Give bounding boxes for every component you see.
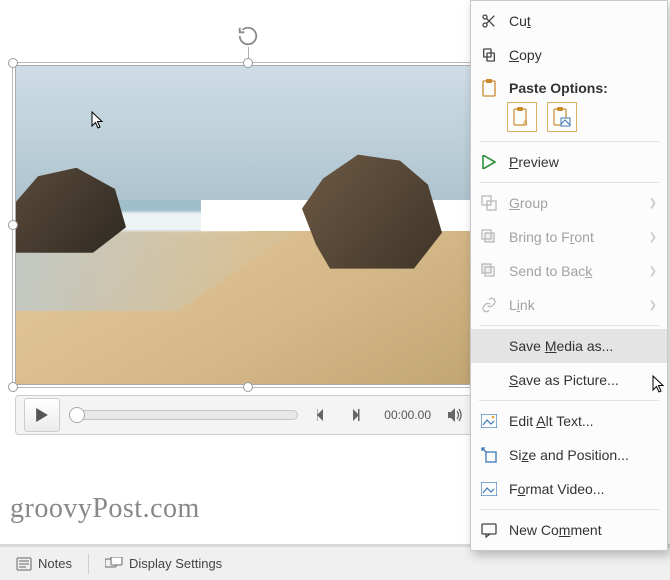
watermark: groovyPost.com <box>10 493 200 525</box>
menu-cut[interactable]: Cut <box>471 4 667 38</box>
copy-icon <box>479 45 499 65</box>
clipboard-icon <box>479 78 499 98</box>
menu-link-label: Link <box>509 297 639 313</box>
menu-save-as-picture-label: Save as Picture... <box>509 372 657 388</box>
menu-send-to-back-label: Send to Back <box>509 263 639 279</box>
paste-keep-formatting[interactable]: a <box>507 102 537 132</box>
time-display: 00:00.00 <box>380 408 435 422</box>
blank-icon <box>479 370 499 390</box>
step-back-button[interactable] <box>308 400 338 430</box>
video-thumbnail[interactable] <box>15 65 480 385</box>
menu-format-video[interactable]: Format Video... <box>471 472 667 506</box>
link-icon <box>479 295 499 315</box>
size-position-icon <box>479 445 499 465</box>
menu-save-media-as[interactable]: Save Media as... <box>471 329 667 363</box>
menu-bring-to-front: Bring to Front ❯ <box>471 220 667 254</box>
context-menu: Cut Copy Paste Options: a Preview Group <box>470 0 668 551</box>
scissors-icon <box>479 11 499 31</box>
step-forward-button[interactable] <box>344 400 374 430</box>
seek-track[interactable] <box>70 410 298 420</box>
chevron-right-icon: ❯ <box>649 266 657 277</box>
paste-picture[interactable] <box>547 102 577 132</box>
comment-icon <box>479 520 499 540</box>
play-button[interactable] <box>24 398 60 432</box>
chevron-right-icon: ❯ <box>649 198 657 209</box>
notes-label: Notes <box>38 556 72 571</box>
menu-size-and-position-label: Size and Position... <box>509 447 657 463</box>
chevron-right-icon: ❯ <box>649 232 657 243</box>
blank-icon <box>479 336 499 356</box>
chevron-right-icon: ❯ <box>649 300 657 311</box>
alt-text-icon <box>479 411 499 431</box>
notes-button[interactable]: Notes <box>6 552 82 575</box>
svg-text:a: a <box>523 118 528 127</box>
play-icon <box>479 152 499 172</box>
menu-edit-alt-text[interactable]: Edit Alt Text... <box>471 404 667 438</box>
menu-preview-label: Preview <box>509 154 657 170</box>
menu-format-video-label: Format Video... <box>509 481 657 497</box>
menu-save-media-as-label: Save Media as... <box>509 338 657 354</box>
send-to-back-icon <box>479 261 499 281</box>
menu-link: Link ❯ <box>471 288 667 322</box>
menu-send-to-back: Send to Back ❯ <box>471 254 667 288</box>
seek-thumb[interactable] <box>69 407 85 423</box>
menu-group-label: Group <box>509 195 639 211</box>
menu-group: Group ❯ <box>471 186 667 220</box>
format-video-icon <box>479 479 499 499</box>
media-controls: 00:00.00 <box>15 395 480 435</box>
display-settings-button[interactable]: Display Settings <box>95 552 232 575</box>
menu-preview[interactable]: Preview <box>471 145 667 179</box>
bring-to-front-icon <box>479 227 499 247</box>
menu-copy-label: Copy <box>509 47 657 63</box>
video-object[interactable] <box>15 65 480 385</box>
menu-size-and-position[interactable]: Size and Position... <box>471 438 667 472</box>
menu-bring-to-front-label: Bring to Front <box>509 229 639 245</box>
menu-edit-alt-text-label: Edit Alt Text... <box>509 413 657 429</box>
group-icon <box>479 193 499 213</box>
volume-button[interactable] <box>441 400 471 430</box>
menu-paste-options: Paste Options: <box>471 72 667 100</box>
display-settings-label: Display Settings <box>129 556 222 571</box>
menu-cut-label: Cut <box>509 13 657 29</box>
menu-copy[interactable]: Copy <box>471 38 667 72</box>
menu-save-as-picture[interactable]: Save as Picture... <box>471 363 667 397</box>
menu-new-comment-label: New Comment <box>509 522 657 538</box>
paste-options-label: Paste Options: <box>509 80 608 96</box>
menu-new-comment[interactable]: New Comment <box>471 513 667 547</box>
